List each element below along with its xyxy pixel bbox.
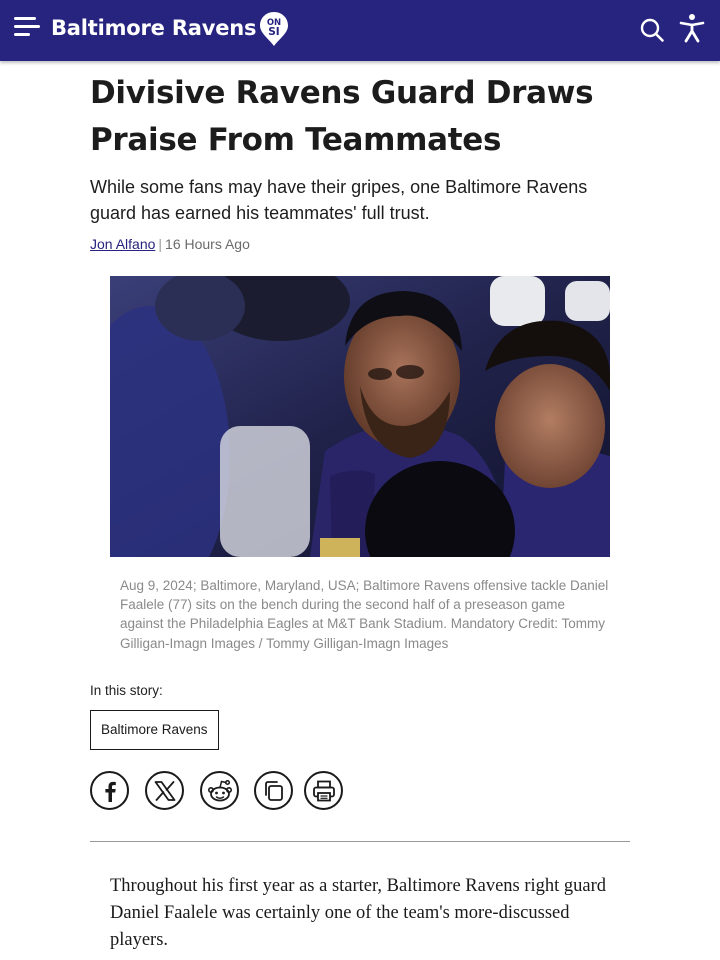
copy-link-button[interactable]	[254, 771, 293, 810]
share-facebook-button[interactable]	[90, 771, 129, 810]
publish-time: 16 Hours Ago	[165, 236, 250, 252]
print-icon	[312, 780, 335, 801]
story-tag-baltimore-ravens[interactable]: Baltimore Ravens	[90, 710, 219, 750]
badge-si-text: SI	[268, 26, 279, 38]
author-link[interactable]: Jon Alfano	[90, 236, 155, 252]
article-body-paragraph: Throughout his first year as a starter, …	[110, 876, 607, 950]
article-dek: While some fans may have their gripes, o…	[90, 177, 588, 223]
x-icon	[154, 780, 175, 801]
content-divider	[90, 841, 630, 842]
search-icon[interactable]	[638, 16, 666, 44]
facebook-icon	[104, 781, 116, 802]
share-x-button[interactable]	[145, 771, 184, 810]
in-this-story-label: In this story:	[90, 683, 163, 698]
hero-photo-illustration	[110, 276, 610, 557]
site-brand-link[interactable]: Baltimore Ravens	[51, 16, 257, 40]
menu-icon[interactable]	[14, 15, 42, 39]
site-header: Baltimore Ravens ON SI	[0, 0, 720, 61]
print-button[interactable]	[304, 771, 343, 810]
byline-separator: |	[158, 236, 163, 252]
reddit-icon	[207, 779, 232, 801]
on-si-logo-icon[interactable]: ON SI	[259, 11, 289, 47]
article-hero-image	[110, 276, 610, 557]
copy-link-icon	[264, 780, 283, 801]
photo-caption: Aug 9, 2024; Baltimore, Maryland, USA; B…	[120, 578, 609, 651]
share-reddit-button[interactable]	[200, 771, 239, 810]
article-headline: Divisive Ravens Guard Draws Praise From …	[90, 75, 594, 158]
byline: Jon Alfano | 16 Hours Ago	[90, 236, 250, 252]
accessibility-icon[interactable]	[678, 13, 706, 43]
